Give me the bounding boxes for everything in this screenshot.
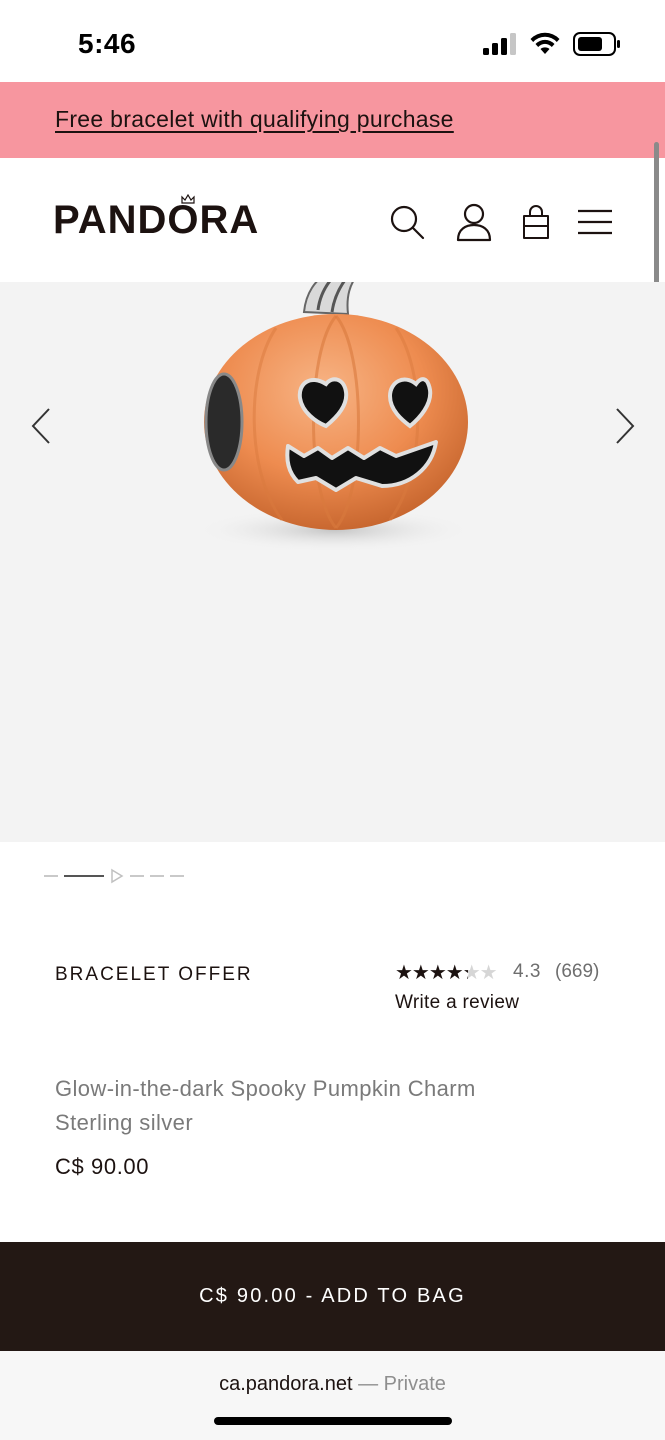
add-to-bag-button[interactable]: C$ 90.00 - ADD TO BAG (0, 1242, 665, 1351)
brand-logo[interactable]: PANDORA (53, 198, 259, 243)
crown-icon (181, 194, 195, 204)
rating-stars: ★★★★★★★ (395, 962, 498, 984)
chevron-left-icon[interactable] (26, 406, 56, 446)
status-icons (483, 32, 621, 56)
promo-link[interactable]: Free bracelet with qualifying purchase (55, 106, 454, 133)
gallery-pagination[interactable] (44, 868, 184, 884)
product-name-line1: Glow-in-the-dark Spooky Pumpkin Charm (55, 1076, 476, 1101)
promo-banner: Free bracelet with qualifying purchase (0, 82, 665, 158)
url-text[interactable]: ca.pandora.net — Private (0, 1373, 665, 1396)
gallery-dot[interactable] (44, 875, 58, 877)
gallery-dot[interactable] (170, 875, 184, 877)
signal-icon (483, 33, 516, 55)
battery-icon (573, 32, 620, 56)
account-icon[interactable] (454, 202, 494, 242)
write-review-link[interactable]: Write a review (395, 992, 519, 1014)
play-icon[interactable] (110, 868, 124, 884)
status-time: 5:46 (78, 28, 137, 59)
chevron-right-icon[interactable] (610, 406, 640, 446)
gallery-dot[interactable] (150, 875, 164, 877)
home-indicator[interactable] (214, 1417, 452, 1425)
product-name-line2: Sterling silver (55, 1110, 194, 1135)
url-domain: ca.pandora.net (219, 1373, 353, 1395)
browser-url-bar[interactable]: ca.pandora.net — Private (0, 1351, 665, 1440)
search-icon[interactable] (387, 202, 427, 242)
wifi-icon (530, 32, 560, 54)
rating-value: 4.3 (513, 961, 541, 982)
status-bar: 5:46 (0, 0, 665, 82)
site-header: PANDORA (0, 158, 665, 282)
product-name: Glow-in-the-dark Spooky Pumpkin Charm St… (55, 1072, 476, 1140)
product-image (194, 282, 474, 552)
menu-icon[interactable] (575, 202, 615, 242)
url-privacy: — Private (358, 1373, 446, 1395)
rating-block[interactable]: ★★★★★★★ 4.3 (669) Write a review (395, 960, 625, 1013)
offer-label: BRACELET OFFER (55, 964, 253, 985)
gallery-dot[interactable] (130, 875, 144, 877)
bag-icon[interactable] (516, 202, 556, 242)
product-gallery[interactable] (0, 282, 665, 842)
rating-count: (669) (555, 961, 600, 982)
gallery-dot-active[interactable] (64, 875, 104, 877)
product-price: C$ 90.00 (55, 1154, 150, 1179)
